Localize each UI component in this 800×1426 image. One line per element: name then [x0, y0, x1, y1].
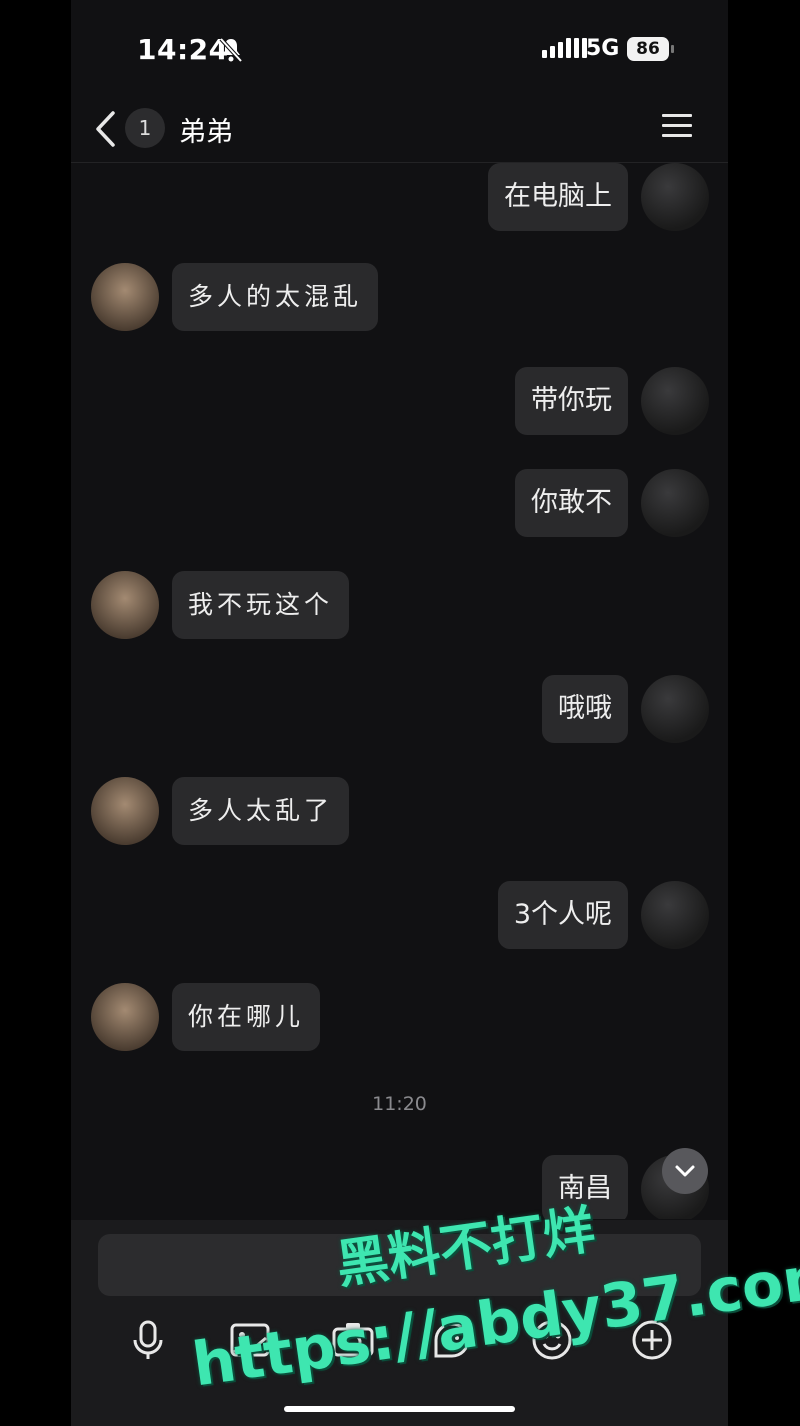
my-avatar[interactable] — [641, 675, 709, 743]
contact-avatar[interactable] — [91, 983, 159, 1051]
my-avatar[interactable] — [641, 469, 709, 537]
home-indicator[interactable] — [284, 1406, 515, 1412]
chat-header: 1 弟弟 — [71, 96, 728, 163]
mute-bell-icon — [219, 37, 243, 63]
signal-icon — [542, 38, 587, 58]
message-bubble-mine[interactable]: 在电脑上 — [488, 163, 628, 231]
status-bar: 14:24 5G 86 — [71, 0, 728, 96]
contact-avatar[interactable] — [91, 263, 159, 331]
message-bubble-mine[interactable]: 哦哦 — [542, 675, 628, 743]
chat-title: 弟弟 — [179, 117, 233, 148]
my-avatar[interactable] — [641, 163, 709, 231]
scroll-to-bottom-button[interactable] — [662, 1148, 708, 1194]
my-avatar[interactable] — [641, 367, 709, 435]
chevron-down-icon — [675, 1165, 695, 1177]
message-bubble-contact[interactable]: 多人的太混乱 — [172, 263, 379, 331]
message-bubble-mine[interactable]: 3个人呢 — [497, 881, 628, 949]
message-bubble-contact[interactable]: 我不玩这个 — [172, 571, 350, 639]
battery-indicator: 86 — [627, 37, 674, 61]
unread-count-badge[interactable]: 1 — [125, 108, 165, 148]
menu-icon[interactable] — [662, 114, 692, 140]
mic-icon[interactable] — [120, 1312, 176, 1368]
phone-screen: 14:24 5G 86 1 弟弟 在电脑上 多人的太混乱 带你玩 你敢不 我不玩… — [71, 0, 728, 1426]
my-avatar[interactable] — [641, 881, 709, 949]
message-bubble-contact[interactable]: 多人太乱了 — [172, 777, 350, 845]
message-list[interactable]: 在电脑上 多人的太混乱 带你玩 你敢不 我不玩这个 哦哦 多人太乱了 3个人呢 … — [71, 163, 728, 1219]
contact-avatar[interactable] — [91, 571, 159, 639]
message-bubble-mine[interactable]: 你敢不 — [515, 469, 628, 537]
contact-avatar[interactable] — [91, 777, 159, 845]
message-timestamp: 11:20 — [372, 1093, 427, 1115]
status-time: 14:24 — [137, 33, 229, 66]
message-bubble-contact[interactable]: 你在哪儿 — [172, 983, 321, 1051]
message-bubble-mine[interactable]: 带你玩 — [515, 367, 628, 435]
network-type: 5G — [586, 36, 620, 61]
back-chevron-icon[interactable] — [93, 110, 117, 148]
